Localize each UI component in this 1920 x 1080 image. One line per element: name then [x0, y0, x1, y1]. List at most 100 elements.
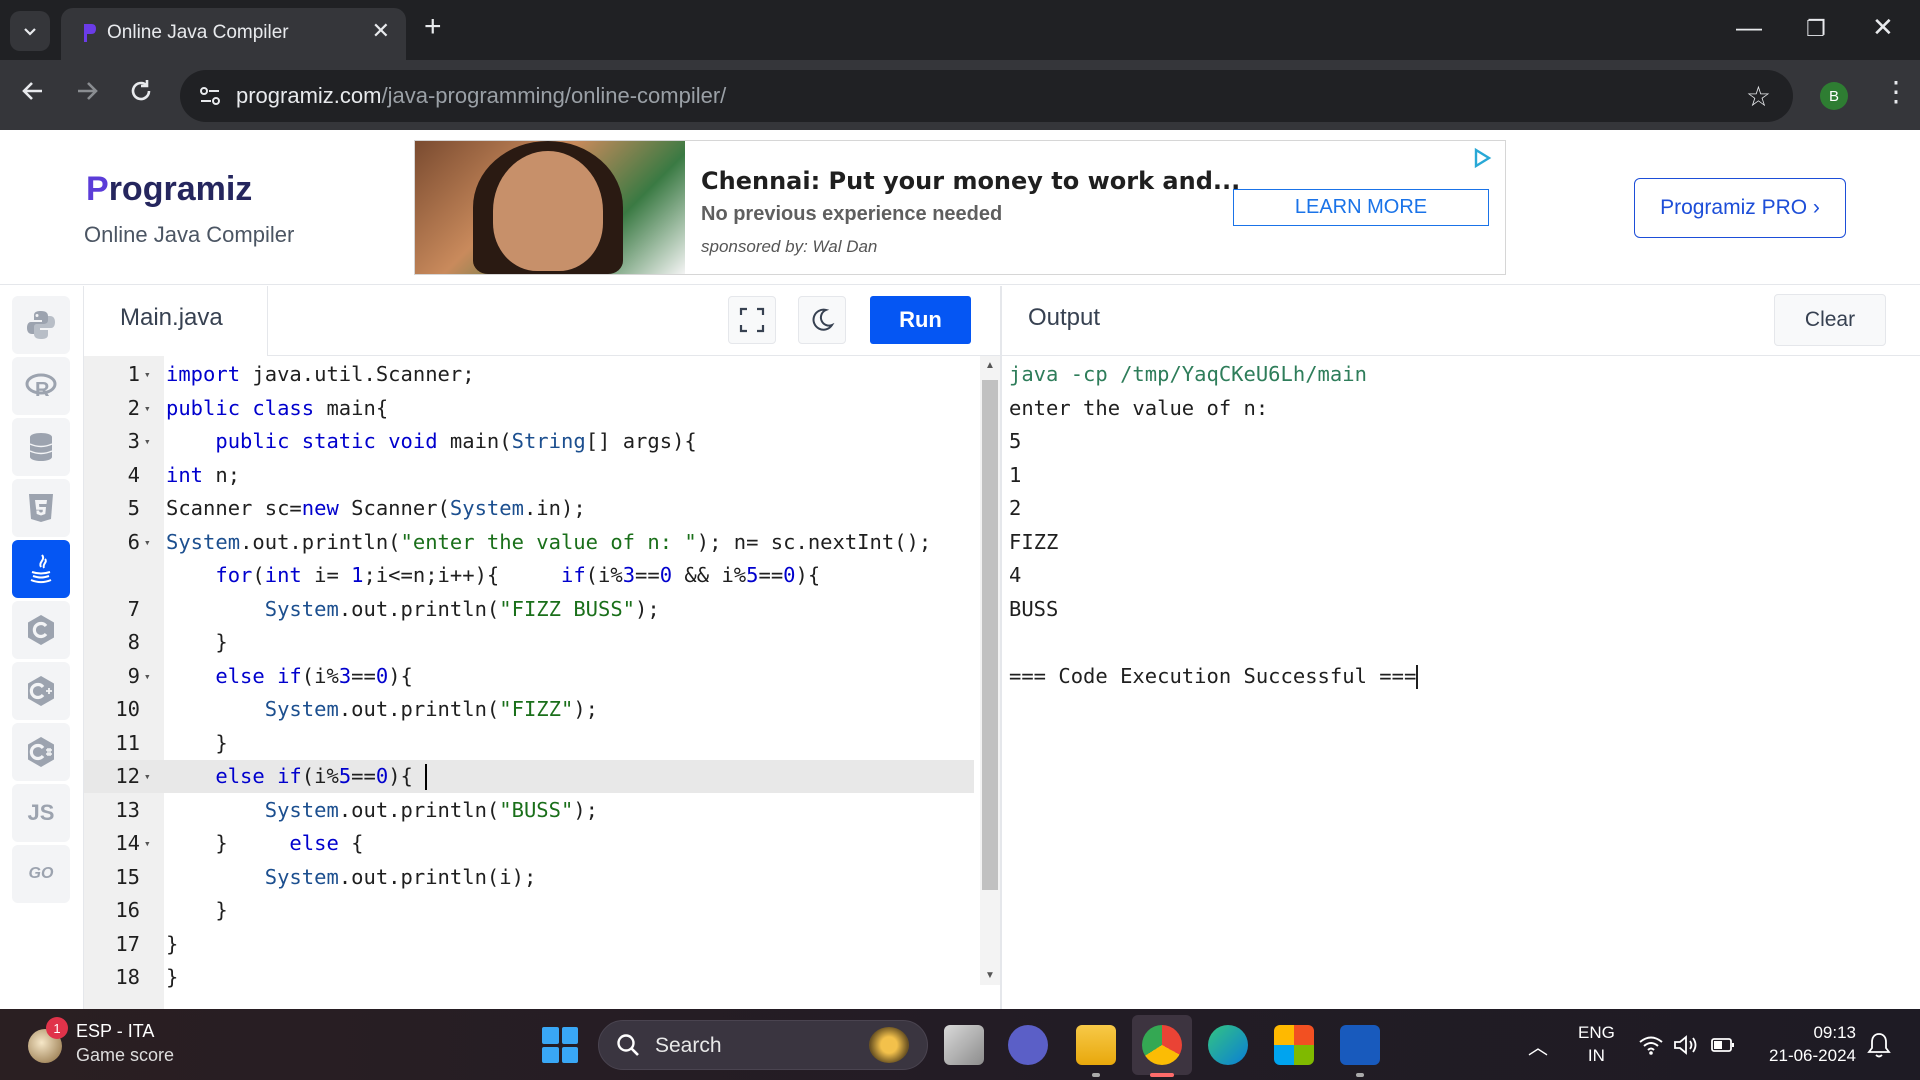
close-tab-icon[interactable]: ✕ [372, 18, 390, 44]
reload-button[interactable] [128, 78, 154, 109]
code-line[interactable]: 4 int n; [84, 459, 974, 492]
code-line[interactable]: for(int i= 1;i<=n;i++){ if(i%3==0 && i%5… [84, 559, 974, 592]
code-line[interactable]: 14 ▾ } else { [84, 827, 974, 860]
java-language-icon[interactable] [12, 540, 70, 598]
word-icon[interactable] [1340, 1025, 1380, 1065]
fullscreen-button[interactable] [728, 296, 776, 344]
javascript-language-icon[interactable]: JS [12, 784, 70, 842]
arrow-left-icon [22, 82, 42, 100]
ad-title[interactable]: Chennai: Put your money to work and... [701, 167, 1240, 195]
bookmark-star-icon[interactable]: ☆ [1746, 80, 1771, 113]
editor-scrollbar[interactable]: ▲ ▼ [980, 356, 1000, 985]
code-text: } [166, 630, 228, 654]
code-text: int n; [166, 462, 241, 487]
code-line[interactable]: 5 Scanner sc=new Scanner(System.in); [84, 492, 974, 525]
code-line[interactable]: 13 System.out.println("BUSS"); [84, 794, 974, 827]
fold-arrow-icon[interactable]: ▾ [144, 425, 151, 458]
fold-arrow-icon[interactable]: ▾ [144, 827, 151, 860]
python-language-icon[interactable] [12, 296, 70, 354]
code-line[interactable]: 9 ▾ else if(i%3==0){ [84, 660, 974, 693]
line-number: 8 [127, 630, 140, 654]
microsoft-store-icon[interactable] [1274, 1025, 1314, 1065]
teams-chat-icon[interactable] [1008, 1025, 1048, 1065]
code-text: System.out.println("enter the value of n… [166, 529, 932, 554]
ad-learn-more-button[interactable]: LEARN MORE [1233, 189, 1489, 226]
code-line[interactable]: 1 ▾ import java.util.Scanner; [84, 358, 974, 391]
run-button[interactable]: Run [870, 296, 971, 344]
clear-output-button[interactable]: Clear [1774, 294, 1886, 346]
dark-mode-button[interactable] [798, 296, 846, 344]
programiz-logo[interactable]: Programiz [86, 170, 252, 209]
search-highlight-icon [869, 1027, 909, 1063]
edge-icon[interactable] [1208, 1025, 1248, 1065]
system-clock[interactable]: 09:13 21-06-2024 [1762, 1021, 1856, 1067]
tab-search-menu-button[interactable] [10, 11, 50, 51]
close-window-icon[interactable]: ✕ [1872, 12, 1894, 43]
browser-menu-icon[interactable]: ⋮ [1882, 78, 1910, 106]
task-view-icon[interactable] [944, 1025, 984, 1065]
ad-sponsor: sponsored by: Wal Dan [701, 237, 878, 256]
java-icon [30, 554, 52, 584]
ad-choices-icon[interactable] [1471, 147, 1493, 169]
code-line[interactable]: 7 System.out.println("FIZZ BUSS"); [84, 593, 974, 626]
c-language-icon[interactable] [12, 601, 70, 659]
battery-icon[interactable] [1710, 1033, 1736, 1057]
output-line: 5 [1009, 429, 1022, 453]
editor-scrollbar-thumb[interactable] [982, 380, 998, 890]
minimize-window-icon[interactable]: — [1736, 12, 1762, 43]
site-header: Programiz Online Java Compiler Chennai: … [0, 130, 1920, 285]
code-line[interactable]: 11 } [84, 727, 974, 760]
output-line: === Code Execution Successful === [1009, 663, 1419, 689]
line-number: 2 [127, 395, 140, 420]
scroll-down-icon[interactable]: ▼ [985, 970, 995, 981]
fold-arrow-icon[interactable]: ▾ [144, 392, 151, 425]
code-line[interactable]: 8 } [84, 626, 974, 659]
code-line[interactable]: 6 ▾ System.out.println("enter the value of… [84, 526, 974, 559]
volume-icon[interactable] [1672, 1033, 1698, 1057]
wifi-icon[interactable] [1638, 1033, 1664, 1057]
profile-avatar[interactable]: B [1820, 82, 1848, 110]
new-tab-button[interactable]: + [424, 12, 442, 42]
code-line[interactable]: 15 System.out.println(i); [84, 861, 974, 894]
programiz-pro-button[interactable]: Programiz PRO › [1634, 178, 1846, 238]
output-console[interactable]: java -cp /tmp/YaqCKeU6Lh/main enter the v… [1002, 356, 1920, 1009]
fold-arrow-icon[interactable]: ▾ [144, 358, 151, 391]
r-language-icon[interactable]: R [12, 357, 70, 415]
go-language-icon[interactable]: GO [12, 845, 70, 903]
site-settings-icon[interactable] [198, 84, 222, 108]
sql-language-icon[interactable] [12, 418, 70, 476]
advertisement-banner[interactable]: Chennai: Put your money to work and... N… [414, 140, 1506, 275]
file-explorer-icon[interactable] [1076, 1025, 1116, 1065]
cpp-language-icon[interactable] [12, 662, 70, 720]
fold-arrow-icon[interactable]: ▾ [144, 660, 151, 693]
browser-tab-active[interactable]: Online Java Compiler ✕ [61, 8, 406, 60]
code-line[interactable]: 3 ▾ public static void main(String[] args… [84, 425, 974, 458]
csharp-language-icon[interactable] [12, 723, 70, 781]
code-line[interactable]: 18} [84, 961, 974, 994]
html-language-icon[interactable] [12, 479, 70, 537]
fold-arrow-icon[interactable]: ▾ [144, 760, 151, 793]
code-line[interactable]: 16 } [84, 894, 974, 927]
code-editor[interactable]: 1 ▾ import java.util.Scanner; 2 ▾ public clas… [84, 356, 1000, 1009]
windows-start-icon[interactable] [542, 1027, 578, 1063]
ad-image[interactable] [415, 141, 685, 274]
explorer-running-indicator [1092, 1073, 1100, 1077]
restore-window-icon[interactable]: ❐ [1806, 16, 1826, 42]
taskbar-search[interactable]: Search [598, 1020, 928, 1070]
programiz-favicon-icon [84, 24, 96, 42]
chrome-icon[interactable] [1142, 1025, 1182, 1065]
code-text: else if(i%5==0){ [215, 764, 428, 790]
show-hidden-icons-icon[interactable]: ︿ [1528, 1031, 1548, 1060]
notification-bell-icon[interactable] [1866, 1031, 1892, 1059]
address-bar[interactable]: programiz.com/java-programming/online-co… [180, 70, 1793, 122]
code-line[interactable]: 10 System.out.println("FIZZ"); [84, 693, 974, 726]
forward-button[interactable] [74, 78, 100, 109]
code-line[interactable]: 2 ▾ public class main{ [84, 392, 974, 425]
input-language-indicator[interactable]: ENG IN [1578, 1021, 1615, 1067]
code-line[interactable]: 17} [84, 928, 974, 961]
back-button[interactable] [20, 78, 46, 109]
scroll-up-icon[interactable]: ▲ [985, 360, 995, 371]
fold-arrow-icon[interactable]: ▾ [144, 526, 151, 559]
file-tab-main-java[interactable]: Main.java [84, 286, 268, 356]
code-line[interactable]: 12 ▾ else if(i%5==0){ [84, 760, 974, 793]
